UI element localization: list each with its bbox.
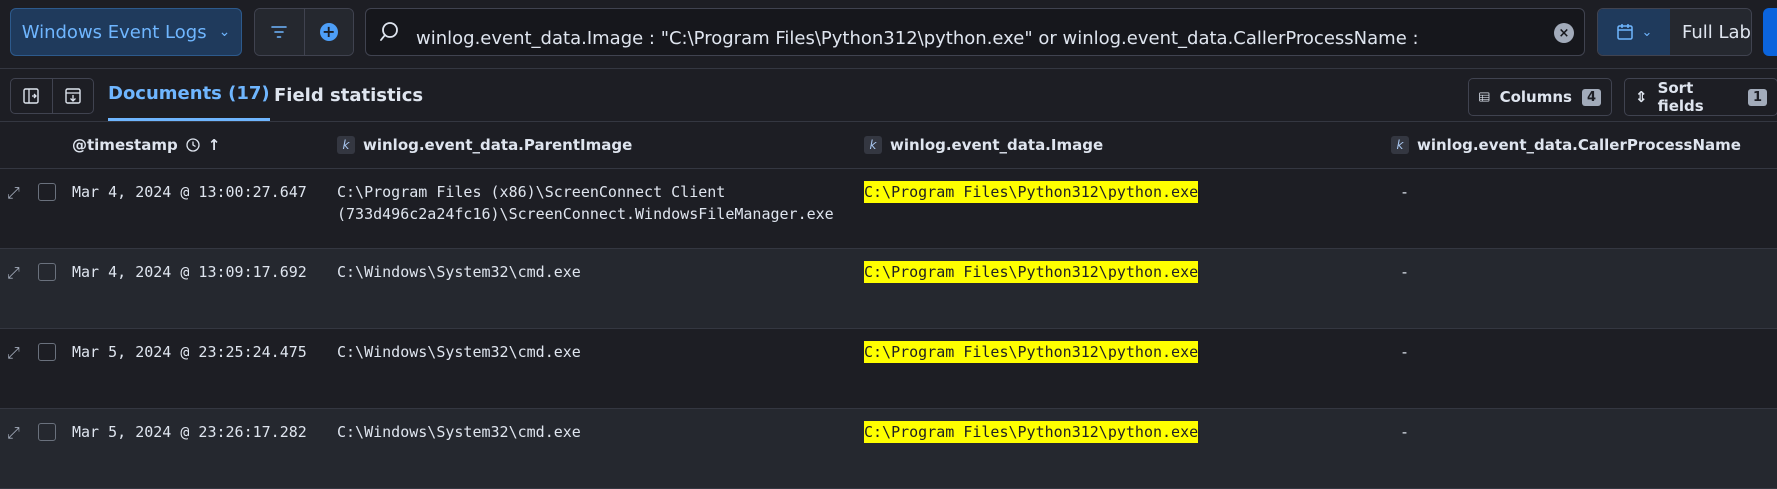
tab-field-statistics[interactable]: Field statistics [274, 69, 423, 121]
chart-toggle-icon [65, 88, 81, 104]
query-menu-button[interactable] [255, 9, 304, 55]
cell-image: C:\Program Files\Python312\python.exe [864, 261, 1199, 283]
sort-ascending-icon[interactable]: ↑ [208, 136, 221, 154]
expand-icon[interactable]: ⤢ [7, 183, 25, 202]
cell-caller-process: - [1400, 423, 1410, 441]
date-range-label[interactable]: Full Lab [1670, 9, 1751, 55]
toggle-chart-button[interactable] [51, 79, 94, 113]
column-header-caller-process[interactable]: k winlog.event_data.CallerProcessName [1391, 122, 1741, 168]
search-bar[interactable]: winlog.event_data.Image : "C:\Program Fi… [365, 8, 1585, 56]
quick-menu-button[interactable]: ⌄ [1598, 9, 1670, 55]
chevron-down-icon: ⌄ [218, 24, 231, 40]
cell-parent-image: C:\Program Files (x86)\ScreenConnect Cli… [337, 183, 834, 223]
clear-query-icon[interactable]: × [1554, 23, 1574, 43]
table-row[interactable]: ⤢ Mar 4, 2024 @ 13:09:17.692 C:\Windows\… [0, 249, 1777, 329]
query-menu-group: + [254, 8, 354, 56]
panel-tools [10, 78, 94, 114]
plus-icon: + [319, 23, 338, 41]
columns-count-badge: 4 [1581, 88, 1601, 106]
expand-icon[interactable]: ⤢ [7, 263, 25, 282]
sidebar-toggle-icon [23, 88, 39, 104]
sort-label: Sort fields [1657, 79, 1704, 115]
sort-fields-button[interactable]: ⇕ Sort fields 1 [1624, 78, 1777, 116]
keyword-type-icon: k [864, 136, 882, 154]
chevron-down-icon: ⌄ [1641, 24, 1653, 40]
search-input[interactable]: winlog.event_data.Image : "C:\Program Fi… [416, 22, 1516, 55]
cell-parent-image: C:\Windows\System32\cmd.exe [337, 263, 581, 281]
table-row[interactable]: ⤢ Mar 4, 2024 @ 13:00:27.647 C:\Program … [0, 169, 1777, 249]
cell-parent-image: C:\Windows\System32\cmd.exe [337, 423, 581, 441]
clock-icon [186, 138, 200, 152]
columns-button[interactable]: Columns 4 [1468, 78, 1612, 116]
row-checkbox[interactable] [38, 423, 56, 441]
cell-caller-process: - [1400, 263, 1410, 281]
column-header-image[interactable]: k winlog.event_data.Image [864, 122, 1103, 168]
data-view-label: Windows Event Logs [21, 21, 207, 43]
cell-parent-image: C:\Windows\System32\cmd.exe [337, 343, 581, 361]
cell-image: C:\Program Files\Python312\python.exe [864, 181, 1199, 203]
add-filter-button[interactable]: + [303, 9, 353, 55]
column-header-label: winlog.event_data.Image [890, 136, 1104, 154]
top-bar: Windows Event Logs ⌄ + winlog.event_data… [0, 0, 1777, 69]
cell-timestamp: Mar 5, 2024 @ 23:26:17.282 [72, 423, 307, 441]
cell-caller-process: - [1400, 183, 1410, 201]
expand-icon[interactable]: ⤢ [7, 343, 25, 362]
column-header-label: @timestamp [72, 136, 178, 154]
table-icon [1479, 92, 1490, 102]
data-view-picker[interactable]: Windows Event Logs ⌄ [10, 8, 242, 56]
sort-count-badge: 1 [1747, 88, 1767, 106]
expand-icon[interactable]: ⤢ [7, 423, 25, 442]
columns-label: Columns [1499, 88, 1572, 106]
table-header: @timestamp ↑ k winlog.event_data.ParentI… [0, 122, 1777, 169]
cell-caller-process: - [1400, 343, 1410, 361]
column-header-label: winlog.event_data.CallerProcessName [1417, 136, 1741, 154]
column-header-parent-image[interactable]: k winlog.event_data.ParentImage [337, 122, 632, 168]
filter-icon [271, 26, 288, 38]
row-checkbox[interactable] [38, 183, 56, 201]
table-body: ⤢ Mar 4, 2024 @ 13:00:27.647 C:\Program … [0, 169, 1777, 489]
refresh-button[interactable] [1763, 8, 1777, 56]
keyword-type-icon: k [1391, 136, 1409, 154]
tabs-bar: Documents (17) Field statistics Columns … [0, 69, 1777, 122]
column-header-timestamp[interactable]: @timestamp ↑ [72, 122, 220, 168]
calendar-icon [1616, 24, 1633, 40]
toggle-sidebar-button[interactable] [11, 79, 52, 113]
table-row[interactable]: ⤢ Mar 5, 2024 @ 23:26:17.282 C:\Windows\… [0, 409, 1777, 489]
cell-timestamp: Mar 5, 2024 @ 23:25:24.475 [72, 343, 307, 361]
cell-image: C:\Program Files\Python312\python.exe [864, 341, 1199, 363]
column-header-label: winlog.event_data.ParentImage [363, 136, 633, 154]
sort-icon: ⇕ [1635, 88, 1648, 106]
cell-image: C:\Program Files\Python312\python.exe [864, 421, 1199, 443]
cell-timestamp: Mar 4, 2024 @ 13:09:17.692 [72, 263, 307, 281]
row-checkbox[interactable] [38, 343, 56, 361]
date-picker[interactable]: ⌄ Full Lab [1597, 8, 1752, 56]
table-row[interactable]: ⤢ Mar 5, 2024 @ 23:25:24.475 C:\Windows\… [0, 329, 1777, 409]
search-icon [380, 22, 398, 41]
row-checkbox[interactable] [38, 263, 56, 281]
tab-documents[interactable]: Documents (17) [108, 69, 270, 121]
keyword-type-icon: k [337, 136, 355, 154]
cell-timestamp: Mar 4, 2024 @ 13:00:27.647 [72, 183, 307, 201]
